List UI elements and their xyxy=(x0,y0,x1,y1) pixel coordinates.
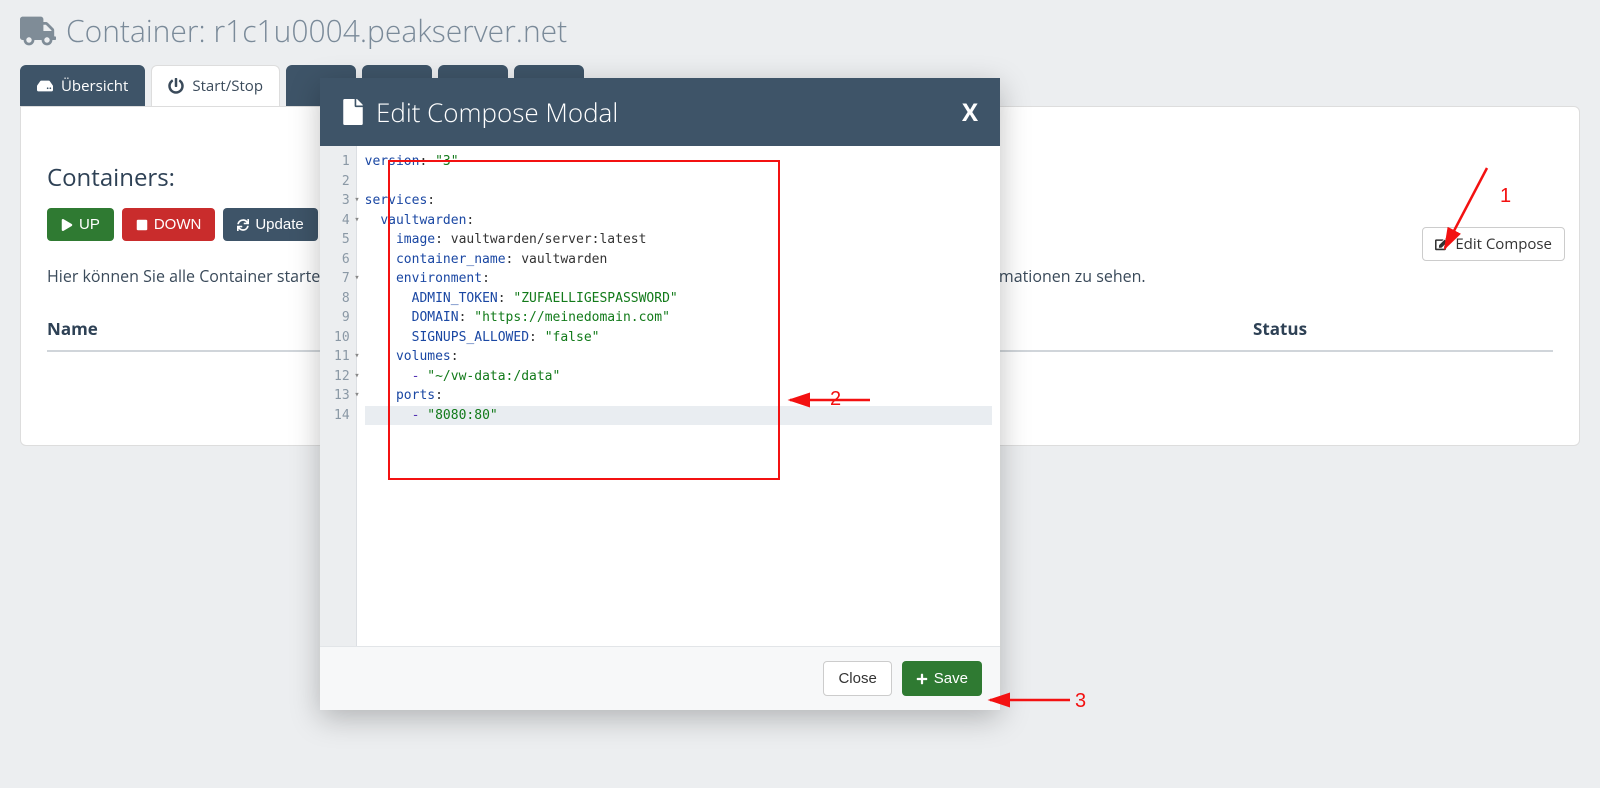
up-button[interactable]: UP xyxy=(47,208,114,241)
file-icon xyxy=(342,99,364,125)
modal-close-x[interactable]: X xyxy=(962,96,978,129)
editor-gutter: 1234567891011121314 xyxy=(320,146,357,646)
plus-icon xyxy=(916,673,928,685)
annotation-3: 3 xyxy=(1075,690,1086,713)
tab-startstop[interactable]: Start/Stop xyxy=(151,65,280,107)
sync-icon xyxy=(237,219,249,231)
edit-compose-button[interactable]: Edit Compose xyxy=(1422,227,1565,261)
truck-icon xyxy=(20,13,56,49)
annotation-1: 1 xyxy=(1500,185,1511,208)
annotation-box-2 xyxy=(388,160,780,480)
save-button[interactable]: Save xyxy=(902,661,982,696)
edit-icon xyxy=(1435,237,1449,251)
tab-overview[interactable]: Übersicht xyxy=(20,65,145,107)
down-button[interactable]: DOWN xyxy=(122,208,216,241)
modal-title: Edit Compose Modal xyxy=(376,94,618,130)
update-button[interactable]: Update xyxy=(223,208,317,241)
modal-footer: Close Save xyxy=(320,646,1000,710)
stop-icon xyxy=(136,219,148,231)
col-status: Status xyxy=(1253,317,1553,340)
modal-header: Edit Compose Modal X xyxy=(320,78,1000,146)
play-icon xyxy=(61,219,73,231)
power-icon xyxy=(168,78,184,94)
annotation-2: 2 xyxy=(830,388,841,411)
page-title: Container: r1c1u0004.peakserver.net xyxy=(20,0,1580,65)
close-button[interactable]: Close xyxy=(823,661,891,696)
hdd-icon xyxy=(37,78,53,94)
